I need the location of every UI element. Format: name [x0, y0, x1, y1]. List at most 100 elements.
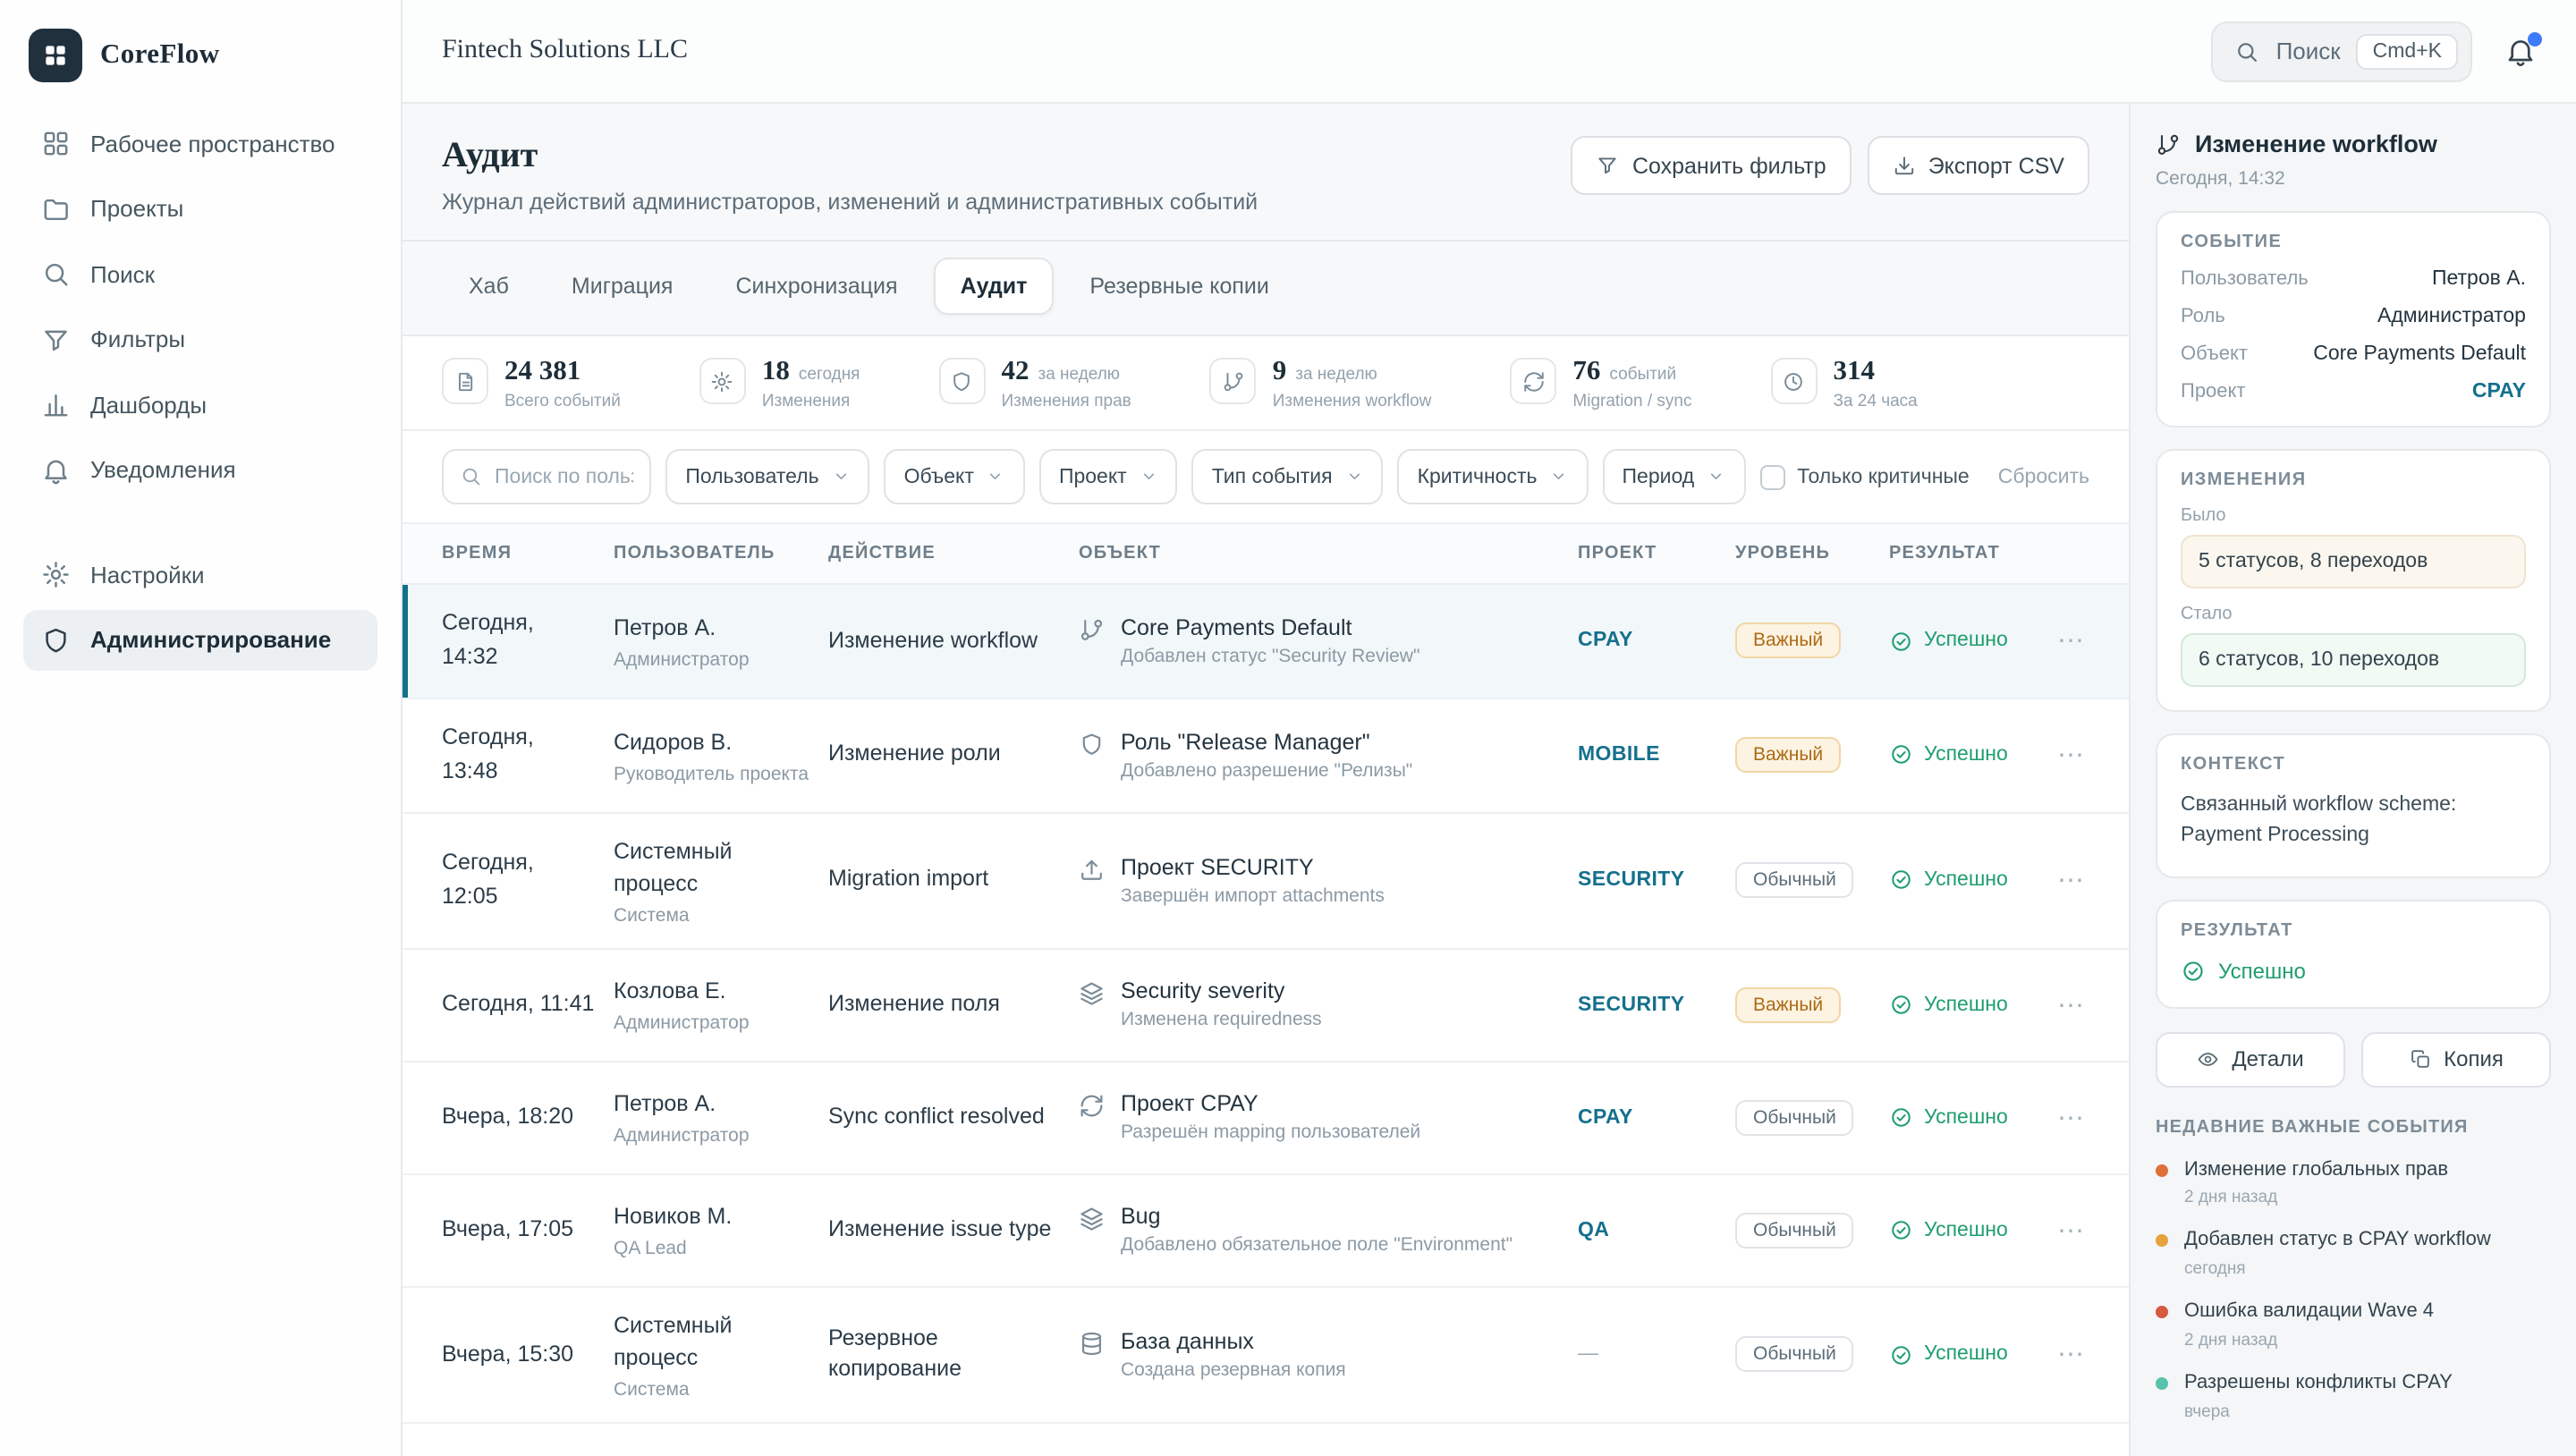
- table-row[interactable]: Сегодня, 12:05Системный процессСистемаMi…: [402, 813, 2129, 950]
- chevron-down-icon: [1140, 468, 1158, 487]
- cell-project[interactable]: CPAY: [1578, 631, 1735, 652]
- sidebar-item-7[interactable]: Администрирование: [23, 609, 377, 671]
- cell-object: Security severityИзменена requiredness: [1079, 979, 1578, 1031]
- tab-2[interactable]: Синхронизация: [708, 258, 924, 315]
- recent-event-item[interactable]: Разрешены конфликты CPAYвчера: [2156, 1370, 2551, 1422]
- sidebar-item-label: Настройки: [90, 562, 205, 588]
- detail-title: Изменение workflow: [2195, 131, 2437, 157]
- layers-icon: [1079, 981, 1105, 1007]
- tab-0[interactable]: Хаб: [442, 258, 536, 315]
- tab-4[interactable]: Резервные копии: [1063, 258, 1295, 315]
- sidebar-item-label: Проекты: [90, 196, 183, 223]
- filter-dropdown-1[interactable]: Объект: [885, 449, 1025, 504]
- notifications-button[interactable]: [2504, 35, 2537, 67]
- event-row: ОбъектCore Payments Default: [2181, 343, 2526, 365]
- cell-project[interactable]: CPAY: [1578, 1107, 1735, 1129]
- stat-0: 24 381Всего событий: [442, 356, 621, 411]
- stat-value: 314: [1833, 356, 1875, 388]
- sidebar-item-4[interactable]: Дашборды: [23, 374, 377, 436]
- sidebar-item-6[interactable]: Настройки: [23, 544, 377, 605]
- cell-object: Проект CPAYРазрешён mapping пользователе…: [1079, 1092, 1578, 1144]
- recent-event-item[interactable]: Ошибка валидации Wave 42 дня назад: [2156, 1299, 2551, 1350]
- filter-bar: Пользователь Объект Проект Тип события Крити…: [402, 431, 2129, 524]
- event-row-value[interactable]: CPAY: [2472, 381, 2526, 402]
- stat-2: 42за неделюИзменения прав: [939, 356, 1131, 411]
- tab-1[interactable]: Миграция: [545, 258, 700, 315]
- cell-action: Изменение issue type: [828, 1215, 1079, 1246]
- row-menu-button[interactable]: ⋯: [2057, 989, 2122, 1021]
- row-menu-button[interactable]: ⋯: [2057, 625, 2122, 657]
- row-menu-button[interactable]: ⋯: [2057, 864, 2122, 896]
- copy-button[interactable]: Копия: [2361, 1031, 2551, 1087]
- stat-4: 76событийMigration / sync: [1510, 356, 1691, 411]
- table-row[interactable]: Сегодня, 13:48Сидоров В.Руководитель про…: [402, 699, 2129, 814]
- check-circle-icon: [1889, 629, 1913, 653]
- content-row: Аудит Журнал действий администраторов, и…: [402, 104, 2576, 1456]
- sidebar-item-2[interactable]: Поиск: [23, 243, 377, 305]
- tab-3[interactable]: Аудит: [934, 258, 1055, 315]
- cell-result: Успешно: [1889, 868, 2057, 893]
- cell-action: Migration import: [828, 865, 1079, 896]
- row-menu-button[interactable]: ⋯: [2057, 1215, 2122, 1247]
- cell-project[interactable]: SECURITY: [1578, 995, 1735, 1016]
- recent-event-item[interactable]: Изменение глобальных прав2 дня назад: [2156, 1156, 2551, 1208]
- level-badge: Обычный: [1735, 1213, 1854, 1249]
- table-row[interactable]: Сегодня, 14:32Петров А.АдминистраторИзме…: [402, 585, 2129, 699]
- severity-dot: [2156, 1306, 2168, 1318]
- recent-event-item[interactable]: Добавлен статус в CPAY workflowсегодня: [2156, 1228, 2551, 1280]
- export-csv-button[interactable]: Экспорт CSV: [1868, 136, 2089, 195]
- level-badge: Важный: [1735, 623, 1841, 659]
- filter-dropdown-2[interactable]: Проект: [1039, 449, 1178, 504]
- sidebar-item-3[interactable]: Фильтры: [23, 309, 377, 370]
- after-value: 6 статусов, 10 переходов: [2181, 633, 2526, 687]
- table-row[interactable]: Вчера, 14:15Иванова О.PMOСоздание проект…: [402, 1424, 2129, 1456]
- sidebar-item-1[interactable]: Проекты: [23, 178, 377, 240]
- sidebar-item-0[interactable]: Рабочее пространство: [23, 113, 377, 174]
- event-row: РольАдминистратор: [2181, 306, 2526, 327]
- filter-dropdown-5[interactable]: Период: [1603, 449, 1746, 504]
- stat-suffix: за неделю: [1038, 365, 1121, 385]
- recent-event-time: 2 дня назад: [2184, 1189, 2448, 1208]
- company-name: Fintech Solutions LLC: [442, 36, 688, 66]
- details-label: Детали: [2232, 1046, 2303, 1071]
- cell-project[interactable]: MOBILE: [1578, 744, 1735, 766]
- cell-level: Важный: [1735, 737, 1889, 773]
- filter-dropdown-3[interactable]: Тип события: [1192, 449, 1384, 504]
- table-row[interactable]: Вчера, 17:05Новиков М.QA LeadИзменение i…: [402, 1175, 2129, 1288]
- cell-level: Обычный: [1735, 1100, 1889, 1136]
- global-search-button[interactable]: Поиск Cmd+K: [2212, 21, 2472, 81]
- recent-events-heading: НЕДАВНИЕ ВАЖНЫЕ СОБЫТИЯ: [2156, 1117, 2551, 1137]
- cell-project[interactable]: SECURITY: [1578, 869, 1735, 891]
- table-search-input[interactable]: [495, 466, 633, 487]
- cell-time: Вчера, 17:05: [442, 1213, 614, 1248]
- sidebar-item-5[interactable]: Уведомления: [23, 439, 377, 501]
- cell-project[interactable]: QA: [1578, 1220, 1735, 1241]
- table-row[interactable]: Вчера, 18:20Петров А.АдминистраторSync c…: [402, 1062, 2129, 1175]
- table-row[interactable]: Сегодня, 11:41Козлова Е.АдминистраторИзм…: [402, 950, 2129, 1062]
- level-badge: Обычный: [1735, 1100, 1854, 1136]
- cell-user: Иванова О.PMO: [614, 1450, 828, 1456]
- filter-dropdown-4[interactable]: Критичность: [1398, 449, 1589, 504]
- critical-only-checkbox[interactable]: [1759, 464, 1784, 489]
- critical-only-toggle[interactable]: Только критичные: [1759, 464, 1970, 489]
- brand[interactable]: CoreFlow: [23, 23, 377, 113]
- details-button[interactable]: Детали: [2156, 1031, 2345, 1087]
- app: CoreFlow Рабочее пространство Проекты Поис…: [0, 0, 2576, 1456]
- row-menu-button[interactable]: ⋯: [2057, 1339, 2122, 1371]
- row-menu-button[interactable]: ⋯: [2057, 739, 2122, 771]
- filter-dropdown-0[interactable]: Пользователь: [665, 449, 869, 504]
- cell-time: Сегодня, 11:41: [442, 987, 614, 1022]
- check-circle-icon: [1889, 1342, 1913, 1367]
- table-search[interactable]: [442, 449, 651, 504]
- table-row[interactable]: Вчера, 15:30Системный процессСистемаРезе…: [402, 1288, 2129, 1425]
- reset-filters-button[interactable]: Сбросить: [1998, 466, 2089, 487]
- row-menu-button[interactable]: ⋯: [2057, 1102, 2122, 1134]
- save-filter-button[interactable]: Сохранить фильтр: [1572, 136, 1852, 195]
- gear-icon: [699, 358, 746, 404]
- workflow-icon: [1210, 358, 1257, 404]
- level-badge: Важный: [1735, 737, 1841, 773]
- cell-time: Сегодня, 14:32: [442, 606, 614, 676]
- notification-dot: [2528, 31, 2542, 46]
- dropdown-label: Объект: [904, 466, 974, 487]
- page-subtitle: Журнал действий администраторов, изменен…: [442, 190, 1258, 215]
